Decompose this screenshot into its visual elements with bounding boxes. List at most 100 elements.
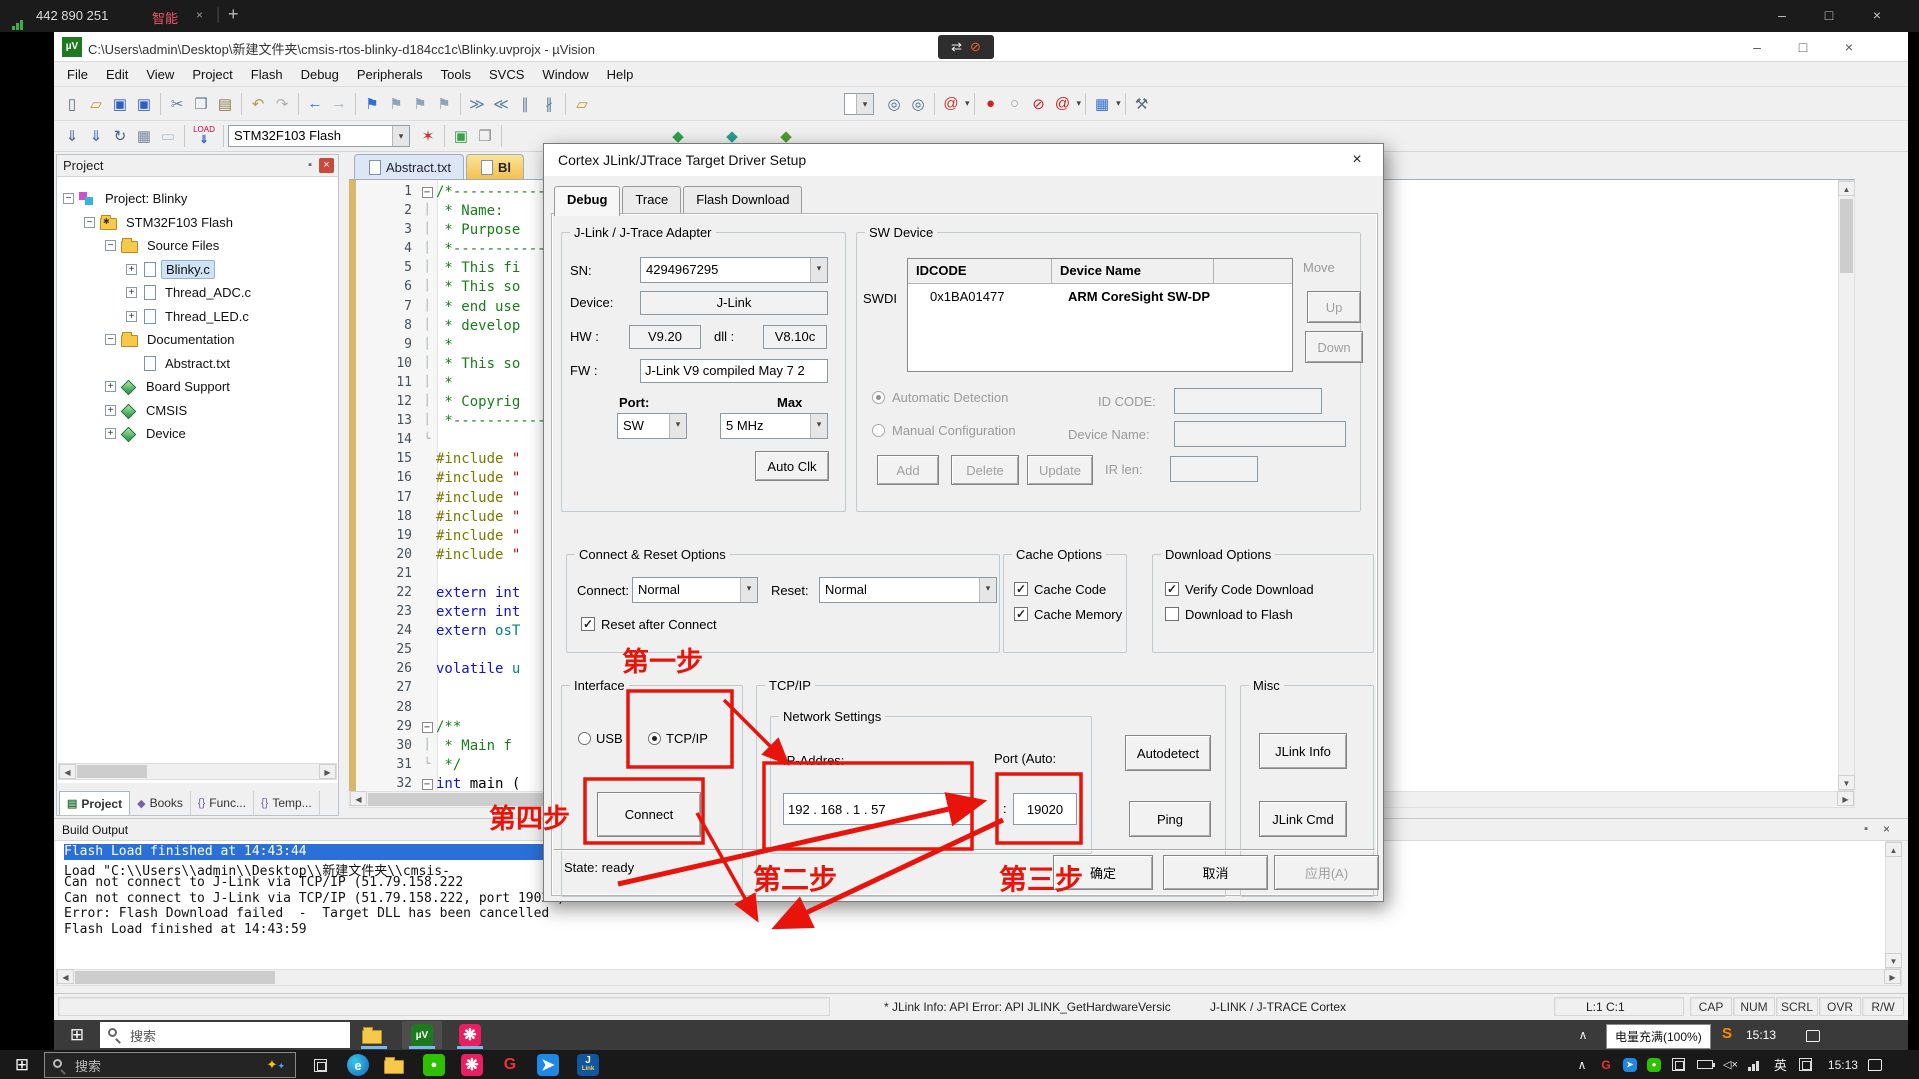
dialog-tab-trace[interactable]: Trace bbox=[622, 186, 682, 213]
usb-radio[interactable] bbox=[578, 732, 591, 745]
dialog-close-icon[interactable]: × bbox=[1344, 148, 1370, 172]
indent-icon[interactable]: ≫ bbox=[465, 92, 489, 116]
panel-tab-books[interactable]: ◆ Books bbox=[130, 791, 191, 815]
stop-build-icon[interactable]: ▭ bbox=[156, 124, 180, 148]
cancel-button[interactable]: 取消 bbox=[1163, 855, 1268, 890]
debug-session-icon[interactable]: @ bbox=[939, 92, 963, 116]
navigate-forward-icon[interactable]: → bbox=[327, 92, 351, 116]
sn-combo[interactable]: 4294967295 ▾ bbox=[640, 257, 828, 283]
scroll-up-icon[interactable]: ▲ bbox=[1885, 842, 1902, 857]
build-output-vscrollbar[interactable]: ▲ ▼ bbox=[1885, 841, 1902, 969]
ir-len-field[interactable] bbox=[1170, 456, 1258, 482]
tray-app-blue-icon[interactable]: ➤ bbox=[1623, 1057, 1637, 1072]
reset-after-connect-checkbox[interactable]: ✓ bbox=[581, 617, 595, 631]
menu-debug[interactable]: Debug bbox=[292, 64, 348, 85]
device-name-field[interactable] bbox=[1174, 421, 1346, 447]
menu-window[interactable]: Window bbox=[533, 64, 597, 85]
batch-build-icon[interactable]: ▦ bbox=[132, 124, 156, 148]
add-button[interactable]: Add bbox=[877, 455, 939, 485]
expand-icon[interactable]: + bbox=[126, 287, 137, 299]
taskbar-explorer[interactable] bbox=[378, 1051, 414, 1079]
expand-icon[interactable]: + bbox=[126, 310, 137, 322]
menu-file[interactable]: File bbox=[58, 64, 97, 85]
close-panel-icon[interactable]: × bbox=[319, 158, 334, 173]
screen-share-icon[interactable]: ⇄ bbox=[951, 39, 962, 54]
update-button[interactable]: Update bbox=[1027, 455, 1093, 485]
collapse-icon[interactable]: − bbox=[105, 334, 116, 346]
scroll-left-icon[interactable]: ◀ bbox=[350, 791, 367, 806]
jlink-info-button[interactable]: JLink Info bbox=[1259, 733, 1347, 769]
editor-vscrollbar[interactable]: ▲ ▼ bbox=[1838, 180, 1855, 791]
console-line[interactable]: Flash Load finished at 14:43:44 bbox=[64, 844, 546, 860]
bookmark-next-icon[interactable]: ⚑ bbox=[408, 92, 432, 116]
configure-icon[interactable]: ▱ bbox=[570, 92, 594, 116]
tree-item-thread-led-c[interactable]: + Thread_LED.c bbox=[57, 305, 338, 329]
navigate-back-icon[interactable]: ← bbox=[303, 92, 327, 116]
port-field[interactable]: 19020 bbox=[1013, 793, 1077, 825]
scroll-right-icon[interactable]: ▶ bbox=[319, 764, 336, 779]
taskbar-jlink[interactable]: J Link bbox=[568, 1051, 608, 1079]
copilot-sparkle-icon[interactable]: ✦✦ bbox=[267, 1057, 285, 1073]
cache-memory-checkbox[interactable]: ✓ bbox=[1014, 607, 1028, 621]
local-search-box[interactable]: 搜索 ✦✦ bbox=[44, 1052, 296, 1078]
paste-icon[interactable]: ▤ bbox=[213, 92, 237, 116]
new-tab-button[interactable]: + bbox=[228, 4, 239, 25]
apply-button[interactable]: 应用(A) bbox=[1274, 855, 1379, 890]
taskbar-app-blue[interactable]: ➤ bbox=[530, 1051, 566, 1079]
menu-peripherals[interactable]: Peripherals bbox=[348, 64, 432, 85]
target-select[interactable]: STM32F103 Flash ▾ bbox=[228, 125, 410, 147]
sogou-icon[interactable]: S bbox=[1722, 1025, 1732, 1042]
sw-device-table[interactable]: IDCODE Device Name 0x1BA01477 ARM CoreSi… bbox=[907, 258, 1293, 372]
move-down-button[interactable]: Down bbox=[1305, 331, 1363, 363]
chevron-down-icon[interactable]: ▾ bbox=[1116, 98, 1121, 109]
build-icon[interactable]: ⇓ bbox=[84, 124, 108, 148]
dialog-tab-flash-download[interactable]: Flash Download bbox=[683, 186, 803, 213]
insert-breakpoint-icon[interactable]: ● bbox=[979, 92, 1003, 116]
taskbar-sunlogin[interactable]: ❋ bbox=[454, 1051, 490, 1079]
open-file-icon[interactable]: ▱ bbox=[84, 92, 108, 116]
build-output-hscrollbar[interactable]: ◀ ▶ bbox=[56, 969, 1902, 986]
scroll-right-icon[interactable]: ▶ bbox=[1884, 969, 1901, 984]
auto-clk-button[interactable]: Auto Clk bbox=[755, 451, 829, 481]
tree-item-source-files[interactable]: − Source Files bbox=[57, 234, 338, 258]
dialog-titlebar[interactable]: Cortex JLink/JTrace Target Driver Setup bbox=[544, 144, 1383, 176]
redo-icon[interactable]: ↷ bbox=[270, 92, 294, 116]
pin-icon[interactable]: ▪ bbox=[308, 159, 312, 171]
collapse-icon[interactable]: − bbox=[84, 216, 95, 228]
automatic-detection-radio[interactable] bbox=[872, 391, 885, 404]
menu-flash[interactable]: Flash bbox=[242, 64, 292, 85]
taskbar-sunlogin[interactable]: ❋ bbox=[450, 1021, 490, 1049]
panel-tab-func[interactable]: {} Func... bbox=[191, 791, 254, 815]
uv-close-button[interactable]: × bbox=[1832, 34, 1866, 60]
start-button[interactable]: ⊞ bbox=[57, 1022, 97, 1048]
task-view-icon[interactable] bbox=[302, 1051, 338, 1079]
tree-item-abstract-txt[interactable]: Abstract.txt bbox=[57, 352, 338, 376]
load-button[interactable]: LOAD ⇓ bbox=[189, 123, 219, 149]
disable-breakpoint-icon[interactable]: ○ bbox=[1003, 92, 1027, 116]
minimize-button[interactable]: – bbox=[1765, 2, 1799, 28]
close-button[interactable]: × bbox=[1860, 2, 1894, 28]
ping-button[interactable]: Ping bbox=[1129, 801, 1211, 837]
bookmark-icon[interactable]: ⚑ bbox=[360, 92, 384, 116]
panel-tab-project[interactable]: ▤ Project bbox=[59, 791, 131, 815]
bookmark-clear-icon[interactable]: ⚑ bbox=[432, 92, 456, 116]
unindent-icon[interactable]: ≪ bbox=[489, 92, 513, 116]
comment-icon[interactable]: ∥ bbox=[513, 92, 537, 116]
expand-icon[interactable]: + bbox=[105, 428, 116, 440]
network-icon[interactable] bbox=[1747, 1059, 1762, 1071]
console-line[interactable]: Error: Flash Download failed - Target DL… bbox=[64, 906, 1885, 922]
chevron-down-icon[interactable]: ▾ bbox=[392, 126, 409, 146]
cast-icon[interactable] bbox=[1672, 1058, 1685, 1071]
tree-item-documentation[interactable]: − Documentation bbox=[57, 328, 338, 352]
battery-icon[interactable] bbox=[1697, 1060, 1715, 1069]
find-in-files-icon[interactable]: ◎ bbox=[882, 92, 906, 116]
ok-button[interactable]: 确定 bbox=[1053, 855, 1153, 890]
bookmark-prev-icon[interactable]: ⚑ bbox=[384, 92, 408, 116]
project-hscrollbar[interactable]: ◀ ▶ bbox=[58, 763, 337, 780]
connect-button[interactable]: Connect bbox=[597, 792, 701, 837]
tab-close-icon[interactable]: × bbox=[196, 8, 203, 22]
chevron-down-icon[interactable]: ▾ bbox=[1077, 98, 1082, 109]
manage-project-items-icon[interactable]: ▣ bbox=[449, 124, 473, 148]
verify-code-download-checkbox[interactable]: ✓ bbox=[1165, 582, 1179, 596]
chevron-down-icon[interactable]: ▾ bbox=[740, 578, 757, 602]
